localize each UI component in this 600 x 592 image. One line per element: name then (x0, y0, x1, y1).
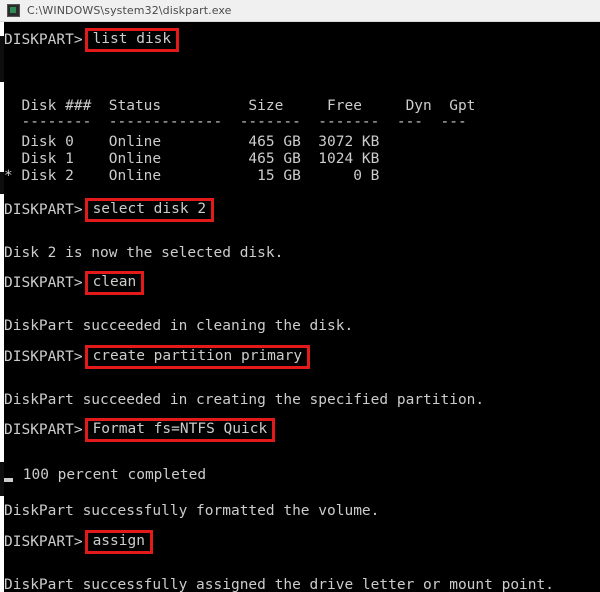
prompt-line-select-disk: DISKPART> select disk 2 (4, 198, 215, 222)
prompt-line-format: DISKPART> Format fs=NTFS Quick (4, 418, 276, 442)
edge-segment (0, 462, 4, 496)
window-title: C:\WINDOWS\system32\diskpart.exe (27, 4, 232, 17)
prompt-label: DISKPART> (4, 202, 83, 218)
edge-segment (0, 36, 4, 82)
console-output-area[interactable]: DISKPART> list disk Disk ### Status Size… (0, 22, 600, 592)
table-row: Disk 1 Online 465 GB 1024 KB (4, 151, 380, 167)
output-cleaned: DiskPart succeeded in cleaning the disk. (4, 318, 354, 334)
title-bar[interactable]: C:\WINDOWS\system32\diskpart.exe (0, 0, 600, 22)
prompt-line-create-partition: DISKPART> create partition primary (4, 345, 311, 369)
table-row: Disk 0 Online 465 GB 3072 KB (4, 134, 380, 150)
text-cursor (4, 478, 13, 482)
prompt-label: DISKPART> (4, 32, 83, 48)
prompt-label: DISKPART> (4, 422, 83, 438)
prompt-line-assign: DISKPART> assign (4, 530, 153, 554)
edge-segment (0, 172, 4, 194)
prompt-label: DISKPART> (4, 275, 83, 291)
command-clean[interactable]: clean (84, 271, 145, 295)
output-percent-completed: 100 percent completed (14, 467, 207, 483)
command-format[interactable]: Format fs=NTFS Quick (84, 418, 276, 442)
window-left-edge (0, 22, 4, 592)
output-created: DiskPart succeeded in creating the speci… (4, 392, 485, 408)
output-assigned: DiskPart successfully assigned the drive… (4, 577, 554, 592)
disk-table-header: Disk ### Status Size Free Dyn Gpt (4, 98, 476, 114)
diskpart-window: C:\WINDOWS\system32\diskpart.exe DISKPAR… (0, 0, 600, 592)
prompt-line-list-disk: DISKPART> list disk (4, 28, 180, 52)
command-create-partition[interactable]: create partition primary (84, 345, 311, 369)
command-assign[interactable]: assign (84, 530, 153, 554)
table-row: * Disk 2 Online 15 GB 0 B (4, 168, 380, 184)
command-select-disk[interactable]: select disk 2 (84, 198, 215, 222)
prompt-label: DISKPART> (4, 534, 83, 550)
output-formatted: DiskPart successfully formatted the volu… (4, 503, 380, 519)
command-list-disk[interactable]: list disk (84, 28, 180, 52)
prompt-line-clean: DISKPART> clean (4, 271, 145, 295)
output-selected: Disk 2 is now the selected disk. (4, 245, 284, 261)
prompt-label: DISKPART> (4, 349, 83, 365)
console-icon (7, 4, 20, 17)
disk-table-separator: -------- ------------- ------- ------- -… (4, 114, 467, 130)
